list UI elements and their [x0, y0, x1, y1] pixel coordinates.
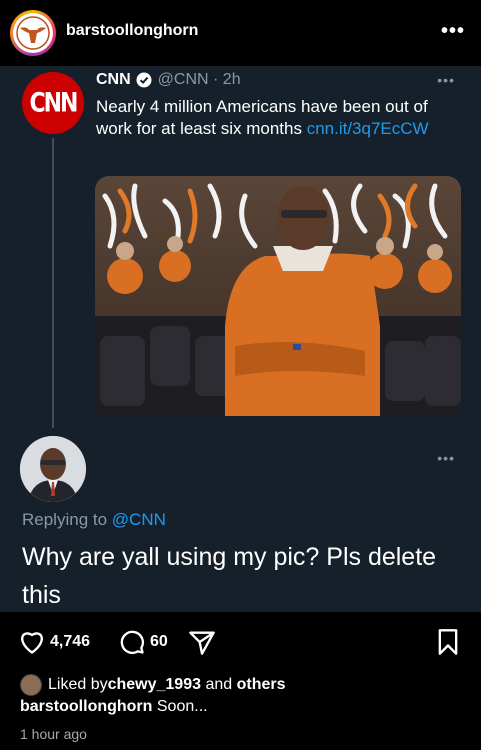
like-action[interactable]: 4,746 [18, 628, 90, 656]
save-action[interactable] [434, 628, 462, 656]
reply-more-icon: ••• [437, 450, 455, 466]
post-username[interactable]: barstoollonghorn [66, 22, 198, 40]
caption-user[interactable]: barstoollonghorn [20, 698, 152, 715]
tweet-text: Nearly 4 million Americans have been out… [96, 96, 456, 140]
replying-handle: @CNN [111, 510, 166, 529]
caption-text: Soon... [152, 698, 208, 715]
action-bar: 4,746 60 [0, 612, 481, 672]
comment-icon[interactable] [118, 628, 146, 656]
liked-user[interactable]: chewy_1993 [108, 676, 201, 694]
tweet-handle-time: @CNN · 2h [157, 71, 241, 88]
replying-to: Replying to @CNN [22, 510, 166, 530]
tweet-author-row: CNN @CNN · 2h [96, 71, 241, 89]
bookmark-icon[interactable] [434, 628, 462, 656]
tweet-screenshot: CNN CNN @CNN · 2h ••• Nearly 4 million A… [0, 66, 481, 612]
profile-avatar[interactable] [10, 10, 56, 56]
post-header: barstoollonghorn ••• [0, 0, 481, 66]
share-action[interactable] [188, 628, 216, 656]
cnn-avatar: CNN [22, 72, 84, 134]
tweet-more-icon: ••• [437, 72, 455, 88]
comment-action[interactable]: 60 [118, 628, 168, 656]
liked-prefix: Liked by [48, 676, 108, 693]
post-timestamp: 1 hour ago [20, 726, 87, 742]
tweet-author-name: CNN [96, 71, 131, 88]
reply-text: Why are yall using my pic? Pls delete th… [22, 543, 437, 609]
tweet-photo [95, 176, 461, 416]
longhorn-logo-icon [13, 13, 53, 53]
liked-others[interactable]: others [237, 676, 286, 694]
cnn-logo-text: CNN [29, 88, 79, 118]
heart-icon[interactable] [18, 628, 46, 656]
post-caption: barstoollonghorn Soon... [20, 698, 208, 716]
comment-count: 60 [150, 633, 168, 650]
liker-avatar [20, 674, 42, 696]
verified-badge-icon [136, 72, 152, 88]
like-count: 4,746 [50, 633, 91, 650]
reply-author-avatar [20, 436, 86, 502]
liked-and: and [201, 676, 237, 693]
tweet-link: cnn.it/3q7EcCW [306, 119, 429, 138]
send-icon[interactable] [188, 628, 216, 656]
liked-by[interactable]: Liked by chewy_1993 and others [20, 674, 286, 696]
more-options-icon[interactable]: ••• [441, 20, 465, 43]
thread-line [52, 138, 54, 428]
replying-prefix: Replying to [22, 510, 112, 529]
